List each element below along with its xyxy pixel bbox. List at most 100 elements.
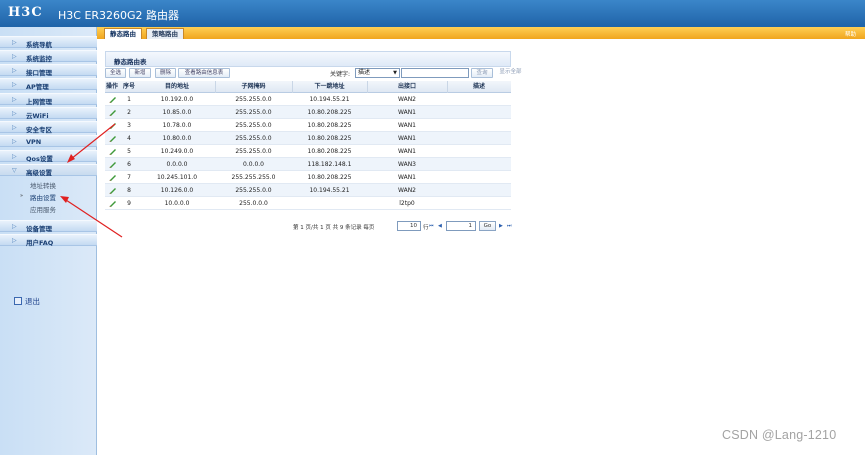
logout-label: 退出 (25, 297, 40, 306)
expand-arrow-icon: ▷ (12, 67, 17, 74)
sidebar-item-label: 高级设置 (26, 169, 52, 177)
current-item-marker-icon: » (20, 193, 24, 199)
sidebar-item-label: Qos设置 (26, 155, 53, 163)
expand-arrow-icon: ▷ (12, 138, 17, 145)
edit-pencil-icon[interactable] (109, 148, 117, 155)
cell-seq: 8 (127, 187, 131, 194)
keyword-select[interactable]: 描述 ▼ (355, 68, 400, 78)
page-number-input[interactable]: 1 (446, 221, 476, 231)
expand-arrow-icon: ▷ (12, 53, 17, 60)
cell-interface: WAN1 (397, 122, 416, 129)
csdn-watermark: CSDN @Lang-1210 (722, 428, 837, 442)
cell-seq: 9 (127, 200, 131, 207)
last-page-icon[interactable]: ⏭ (507, 223, 512, 229)
col-header-nexthop: 下一跳地址 (314, 83, 345, 90)
search-button[interactable]: 查询 (471, 68, 493, 78)
show-all-button[interactable]: 显示全部 (496, 68, 525, 78)
sidebar-item-label: 系统监控 (26, 55, 52, 63)
cell-next-hop: 118.182.148.1 (307, 161, 352, 168)
cell-next-hop: 10.80.208.225 (307, 122, 352, 129)
static-route-panel: 静态路由表 全选 新增 删除 查看路由信息表 关键字: 描述 ▼ 查询 显示全部… (105, 51, 522, 233)
sidebar-subitem-app-service[interactable]: 应用服务 (30, 204, 56, 214)
cell-next-hop: 10.194.55.21 (309, 187, 350, 194)
cell-description (447, 106, 511, 119)
sidebar-item-interface[interactable]: ▷ 接口管理 (0, 64, 97, 77)
next-page-icon[interactable]: ▶ (499, 223, 503, 229)
cell-subnet-mask: 255.255.255.0 (231, 174, 276, 181)
edit-pencil-icon[interactable] (109, 122, 117, 129)
expand-arrow-icon: ▷ (12, 39, 17, 46)
table-header: 操作 序号 目的地址 子网掩码 下一跳地址 出接口 描述 (105, 81, 511, 93)
column-divider (447, 81, 448, 93)
edit-pencil-icon[interactable] (109, 174, 117, 181)
cell-interface: WAN1 (397, 174, 416, 181)
help-link[interactable]: 帮助 (845, 30, 856, 38)
cell-destination: 10.85.0.0 (162, 109, 192, 116)
chevron-down-icon: ▼ (393, 70, 397, 76)
edit-pencil-icon[interactable] (109, 200, 117, 207)
pager-summary: 第 1 页/共 1 页 共 9 条记录 每页 (293, 225, 375, 231)
view-route-info-button[interactable]: 查看路由信息表 (178, 68, 230, 78)
cell-subnet-mask: 255.255.0.0 (235, 109, 272, 116)
edit-pencil-icon[interactable] (109, 187, 117, 194)
sidebar-item-qos[interactable]: ▷ Qos设置 (0, 150, 97, 163)
sidebar-item-label: AP管理 (26, 83, 49, 91)
edit-pencil-icon[interactable] (109, 161, 117, 168)
col-header-mask: 子网掩码 (241, 83, 266, 90)
cell-subnet-mask: 255.255.0.0 (235, 187, 272, 194)
tab-static-route[interactable]: 静态路由 (104, 28, 142, 39)
cell-interface: WAN1 (397, 109, 416, 116)
cell-destination: 10.126.0.0 (160, 187, 194, 194)
sidebar-subitem-nat[interactable]: 地址转换 (30, 180, 56, 190)
delete-button[interactable]: 删除 (155, 68, 176, 78)
keyword-select-value: 描述 (358, 69, 371, 76)
add-button[interactable]: 新增 (129, 68, 151, 78)
expand-arrow-icon: ▷ (12, 96, 17, 103)
sidebar-item-device-mgmt[interactable]: ▷ 设备管理 (0, 220, 97, 233)
sidebar-item-user-faq[interactable]: ▷ 用户FAQ (0, 234, 97, 247)
keyword-input[interactable] (401, 68, 469, 78)
cell-seq: 1 (127, 96, 131, 103)
col-header-dst: 目的地址 (164, 83, 189, 90)
sidebar-item-ap[interactable]: ▷ AP管理 (0, 78, 97, 91)
cell-interface: WAN2 (397, 187, 416, 194)
cell-seq: 2 (127, 109, 131, 116)
cell-subnet-mask: 255.255.0.0 (235, 96, 272, 103)
sidebar-item-vpn[interactable]: ▷ VPN (0, 135, 97, 147)
first-page-icon[interactable]: ⏮ (429, 223, 434, 229)
sidebar-item-internet[interactable]: ▷ 上网管理 (0, 93, 97, 106)
sidebar-item-system-nav[interactable]: ▷ 系统导航 (0, 36, 97, 49)
per-page-input[interactable]: 10 (397, 221, 421, 231)
cell-next-hop: 10.80.208.225 (307, 135, 352, 142)
cell-destination: 10.249.0.0 (160, 148, 194, 155)
sidebar-item-advanced[interactable]: ▽ 高级设置 (0, 164, 97, 177)
cell-subnet-mask: 0.0.0.0 (243, 161, 264, 168)
logout-link[interactable]: 退出 (14, 296, 40, 307)
prev-page-icon[interactable]: ◀ (438, 223, 442, 229)
expand-arrow-icon: ▷ (12, 81, 17, 88)
cell-subnet-mask: 255.0.0.0 (239, 200, 268, 207)
header-bar: H3C H3C ER3260G2 路由器 (0, 0, 865, 27)
col-header-iface: 出接口 (397, 83, 416, 90)
edit-pencil-icon[interactable] (109, 135, 117, 142)
go-button[interactable]: Go (479, 221, 496, 231)
sidebar-item-system-monitor[interactable]: ▷ 系统监控 (0, 50, 97, 63)
edit-pencil-icon[interactable] (109, 96, 117, 103)
cell-description (447, 197, 511, 210)
sidebar-item-cloud-wifi[interactable]: ▷ 云WiFi (0, 107, 97, 120)
sidebar-item-security[interactable]: ▷ 安全专区 (0, 121, 97, 134)
cell-interface: WAN2 (397, 96, 416, 103)
expand-arrow-icon: ▷ (12, 237, 17, 244)
tab-policy-route[interactable]: 策略路由 (146, 28, 184, 39)
rows-label: 行 (423, 225, 429, 231)
cell-seq: 4 (127, 135, 131, 142)
select-all-button[interactable]: 全选 (105, 68, 126, 78)
page-title: H3C ER3260G2 路由器 (58, 9, 180, 22)
cell-description (447, 93, 511, 106)
cell-next-hop (292, 197, 367, 210)
column-divider (292, 81, 293, 93)
edit-pencil-icon[interactable] (109, 109, 117, 116)
cell-destination: 10.78.0.0 (162, 122, 192, 129)
table-row: 2 10.85.0.0 255.255.0.0 10.80.208.225 WAN1 (105, 106, 511, 119)
sidebar-subitem-routing[interactable]: 路由设置 (30, 192, 56, 202)
